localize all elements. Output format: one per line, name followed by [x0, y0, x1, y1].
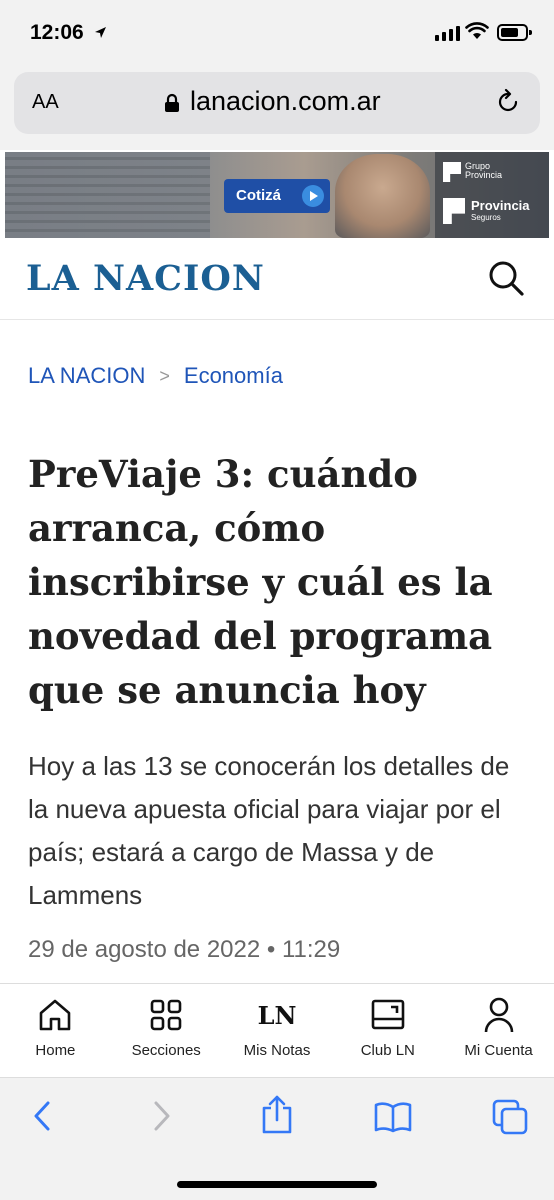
article-summary: Hoy a las 13 se conocerán los detalles d… [28, 751, 510, 910]
reload-icon[interactable] [494, 88, 522, 116]
tabs-icon[interactable] [491, 1098, 529, 1136]
play-icon [302, 185, 324, 207]
site-bottom-nav: Home Secciones LN Mis Notas Club LN Mi C… [0, 983, 554, 1078]
advertisement-banner[interactable]: Cotizá Grupo Provincia Provincia Seguros [5, 152, 549, 238]
nav-label-mi-cuenta: Mi Cuenta [464, 1042, 533, 1059]
wifi-icon [465, 22, 489, 39]
ln-icon: LN [257, 1000, 297, 1030]
breadcrumb-separator: > [159, 365, 170, 386]
nav-item-club-ln[interactable]: Club LN [332, 984, 443, 1077]
share-icon[interactable] [259, 1094, 295, 1136]
forward-icon[interactable] [148, 1098, 174, 1134]
status-bar: 12:06 [0, 0, 554, 62]
reader-settings-button[interactable]: AA [32, 91, 59, 114]
address-bar[interactable]: AA lanacion.com.ar [14, 72, 540, 134]
cellular-signal-icon [435, 25, 460, 41]
site-header: LA NACION [0, 238, 554, 320]
nav-label-secciones: Secciones [131, 1042, 201, 1059]
article-headline: PreViaje 3: cuándo arranca, cómo inscrib… [28, 452, 493, 712]
nav-item-home[interactable]: Home [0, 984, 111, 1077]
breadcrumb-section-link[interactable]: Economía [184, 363, 283, 389]
home-icon [40, 999, 71, 1031]
ad-cta-label: Cotizá [236, 187, 281, 204]
user-icon [484, 997, 513, 1033]
search-icon[interactable] [486, 258, 526, 298]
status-time: 12:06 [30, 21, 84, 44]
url-text[interactable]: lanacion.com.ar [190, 86, 381, 117]
browser-toolbar [0, 1078, 554, 1200]
lock-icon [165, 93, 179, 112]
ad-brand-subtext: Seguros [471, 213, 501, 222]
nav-item-secciones[interactable]: Secciones [111, 984, 222, 1077]
ad-background-image [5, 152, 210, 238]
site-logo[interactable]: LA NACION [26, 258, 265, 299]
nav-item-mi-cuenta[interactable]: Mi Cuenta [443, 984, 554, 1077]
nav-label-club-ln: Club LN [360, 1042, 415, 1059]
ad-brand-text: Provincia [471, 198, 530, 213]
breadcrumb: LA NACION > Economía [28, 363, 283, 389]
ad-person-image [335, 154, 430, 238]
browser-address-area: AA lanacion.com.ar [0, 62, 554, 150]
provincia-logo-icon [443, 162, 461, 182]
club-card-icon [371, 999, 405, 1030]
back-icon[interactable] [30, 1098, 56, 1134]
location-arrow-icon [95, 27, 106, 38]
ad-brand-logo: Provincia Seguros [443, 198, 530, 224]
battery-icon [497, 24, 532, 41]
ad-group-text-2: Provincia [465, 170, 503, 180]
home-indicator [177, 1181, 377, 1188]
nav-item-mis-notas[interactable]: LN Mis Notas [222, 984, 333, 1077]
article-date: 29 de agosto de 2022 • 11:29 [28, 936, 341, 963]
nav-label-home: Home [35, 1042, 76, 1059]
bookmarks-icon[interactable] [373, 1100, 413, 1134]
nav-label-mis-notas: Mis Notas [243, 1042, 311, 1059]
ad-cta-button[interactable]: Cotizá [224, 179, 330, 213]
provincia-seguros-logo-icon [443, 198, 465, 224]
breadcrumb-home-link[interactable]: LA NACION [28, 363, 145, 389]
grid-icon [150, 999, 182, 1031]
ad-group-logo: Grupo Provincia [443, 162, 503, 182]
